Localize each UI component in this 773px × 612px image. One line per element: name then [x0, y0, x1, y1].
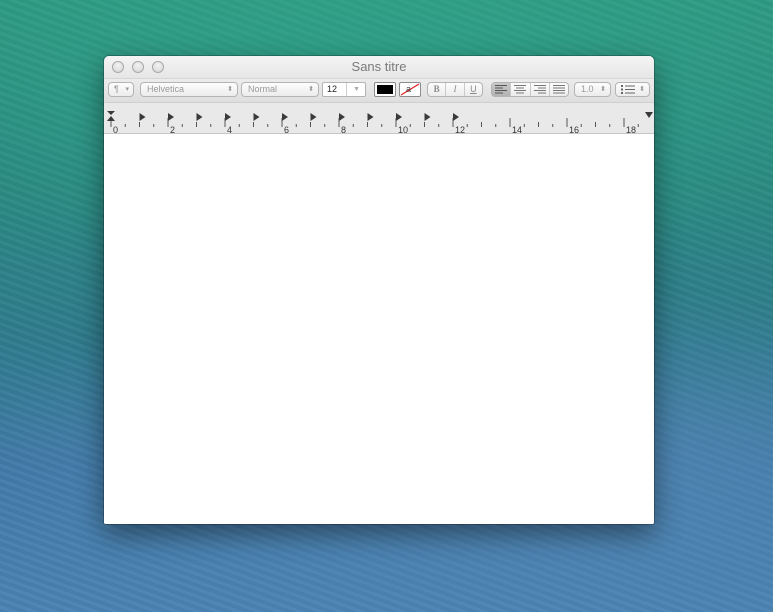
tab-stop-icon	[253, 113, 260, 121]
tab-stop-icon	[367, 113, 374, 121]
align-center-icon	[514, 85, 527, 94]
align-left-button[interactable]	[492, 83, 512, 96]
tab-stop-icon	[310, 113, 317, 121]
tab-stop-icon	[396, 113, 402, 121]
pilcrow-icon: ¶	[114, 84, 119, 94]
list-icon	[621, 85, 635, 94]
text-color-swatch	[377, 85, 393, 94]
title-bar[interactable]: Sans titre	[104, 56, 654, 79]
align-justify-icon	[552, 85, 565, 94]
tab-stop-icon	[339, 113, 345, 121]
background-color-well[interactable]: a	[399, 82, 421, 97]
text-color-well[interactable]	[374, 82, 396, 97]
italic-button[interactable]: I	[446, 83, 465, 96]
tab-stop-icon	[282, 113, 288, 121]
font-family-value: Helvetica	[147, 84, 185, 94]
background-color-label: a	[406, 84, 412, 94]
document-text-area[interactable]	[104, 134, 654, 524]
paragraph-styles-popup[interactable]: ¶ ▾	[108, 82, 134, 97]
font-family-popup[interactable]: Helvetica ⬍	[140, 82, 238, 97]
align-right-button[interactable]	[531, 83, 550, 96]
tab-stop-icon	[139, 113, 146, 121]
updown-arrows-icon: ⬍	[639, 86, 645, 93]
font-style-value: Normal	[248, 84, 278, 94]
text-style-buttons: B I U	[427, 82, 483, 97]
alignment-buttons	[491, 82, 569, 97]
first-line-indent-icon	[107, 111, 115, 115]
bold-button[interactable]: B	[428, 83, 447, 96]
tab-stop-icon	[168, 113, 174, 121]
ruler-scale: 0 2 4 6 8 10 12 14 16 18	[107, 111, 653, 135]
format-toolbar: ¶ ▾ Helvetica ⬍ Normal ⬍ 12 ▼ a B I U 1.…	[104, 79, 654, 102]
updown-arrows-icon: ⬍	[308, 86, 314, 93]
ruler[interactable]: 0 2 4 6 8 10 12 14 16 18	[104, 102, 654, 135]
line-spacing-popup[interactable]: 1.0 ⬍	[574, 82, 611, 97]
align-center-button[interactable]	[511, 83, 531, 96]
chevron-down-icon[interactable]: ▼	[353, 83, 360, 96]
tab-stop-icon	[196, 113, 203, 121]
tab-stop-icon	[453, 113, 459, 121]
tab-stop-icon	[225, 113, 231, 121]
chevron-down-icon: ▾	[125, 86, 129, 93]
updown-arrows-icon: ⬍	[227, 86, 233, 93]
left-indent-icon	[107, 116, 115, 121]
align-left-icon	[495, 85, 508, 94]
textedit-window: Sans titre ¶ ▾ Helvetica ⬍ Normal ⬍ 12 ▼	[104, 56, 654, 524]
tab-stop-icon	[424, 113, 431, 121]
align-right-icon	[533, 85, 546, 94]
font-size-combo[interactable]: 12 ▼	[322, 82, 366, 97]
font-size-input[interactable]: 12	[325, 83, 347, 96]
font-style-popup[interactable]: Normal ⬍	[241, 82, 319, 97]
line-spacing-value: 1.0	[581, 84, 594, 94]
right-margin-icon	[645, 112, 653, 118]
list-bullets-popup[interactable]: ⬍	[615, 82, 650, 97]
updown-arrows-icon: ⬍	[600, 86, 606, 93]
underline-button[interactable]: U	[465, 83, 482, 96]
align-justify-button[interactable]	[550, 83, 568, 96]
window-title: Sans titre	[351, 59, 407, 74]
